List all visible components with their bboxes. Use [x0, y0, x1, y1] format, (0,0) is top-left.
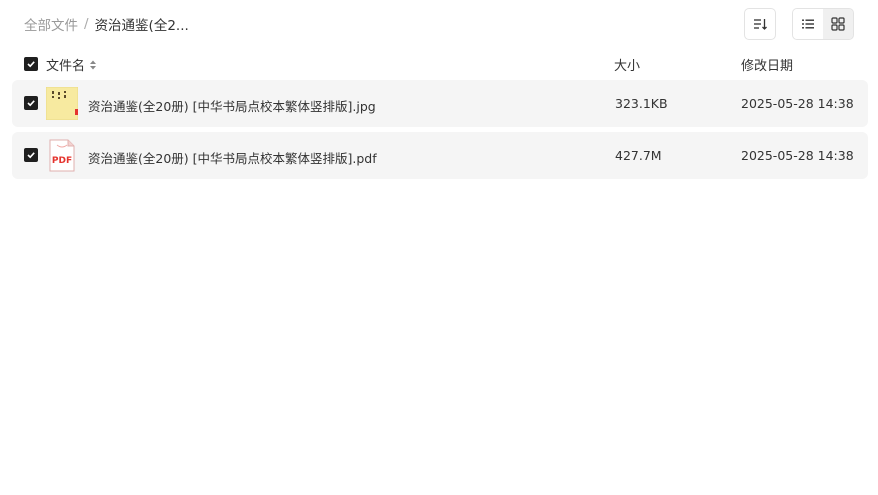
file-name[interactable]: 资治通鉴(全20册) [中华书局点校本繁体竖排版].jpg [88, 96, 376, 115]
list-view-button[interactable] [793, 9, 823, 39]
jpg-thumbnail [46, 87, 78, 120]
view-mode-toggle [792, 8, 854, 40]
breadcrumb-separator: / [84, 16, 89, 32]
checkmark-icon [27, 152, 35, 159]
row-checkbox[interactable] [24, 96, 38, 110]
breadcrumb-root-link[interactable]: 全部文件 [24, 14, 78, 34]
column-header-size[interactable]: 大小 [614, 55, 640, 74]
select-all-checkbox[interactable] [24, 57, 38, 71]
column-header-name-label: 文件名 [46, 59, 86, 74]
file-name[interactable]: 资治通鉴(全20册) [中华书局点校本繁体竖排版].pdf [88, 148, 377, 167]
checkmark-icon [27, 61, 35, 68]
sort-icon [754, 19, 767, 30]
file-size: 427.7M [615, 148, 662, 163]
pdf-label: PDF [52, 156, 72, 166]
file-modified-date: 2025-05-28 14:38 [741, 96, 854, 111]
file-size: 323.1KB [615, 96, 668, 111]
list-view-icon [802, 19, 814, 29]
grid-view-icon [831, 17, 845, 31]
pdf-file-icon: PDF [49, 139, 75, 172]
checkmark-icon [27, 100, 35, 107]
table-header: 文件名 大小 修改日期 [12, 52, 868, 76]
sort-toggle-icon [90, 60, 97, 69]
column-header-date[interactable]: 修改日期 [741, 55, 793, 74]
file-modified-date: 2025-05-28 14:38 [741, 148, 854, 163]
column-header-name[interactable]: 文件名 [46, 55, 97, 74]
breadcrumb: 全部文件 / 资治通鉴(全2... [24, 14, 189, 34]
grid-view-button[interactable] [823, 9, 853, 39]
row-checkbox[interactable] [24, 148, 38, 162]
table-row[interactable]: 资治通鉴(全20册) [中华书局点校本繁体竖排版].jpg 323.1KB 20… [12, 80, 868, 127]
sort-button[interactable] [744, 8, 776, 40]
breadcrumb-current-folder: 资治通鉴(全2... [94, 18, 189, 34]
table-row[interactable]: PDF 资治通鉴(全20册) [中华书局点校本繁体竖排版].pdf 427.7M… [12, 132, 868, 179]
